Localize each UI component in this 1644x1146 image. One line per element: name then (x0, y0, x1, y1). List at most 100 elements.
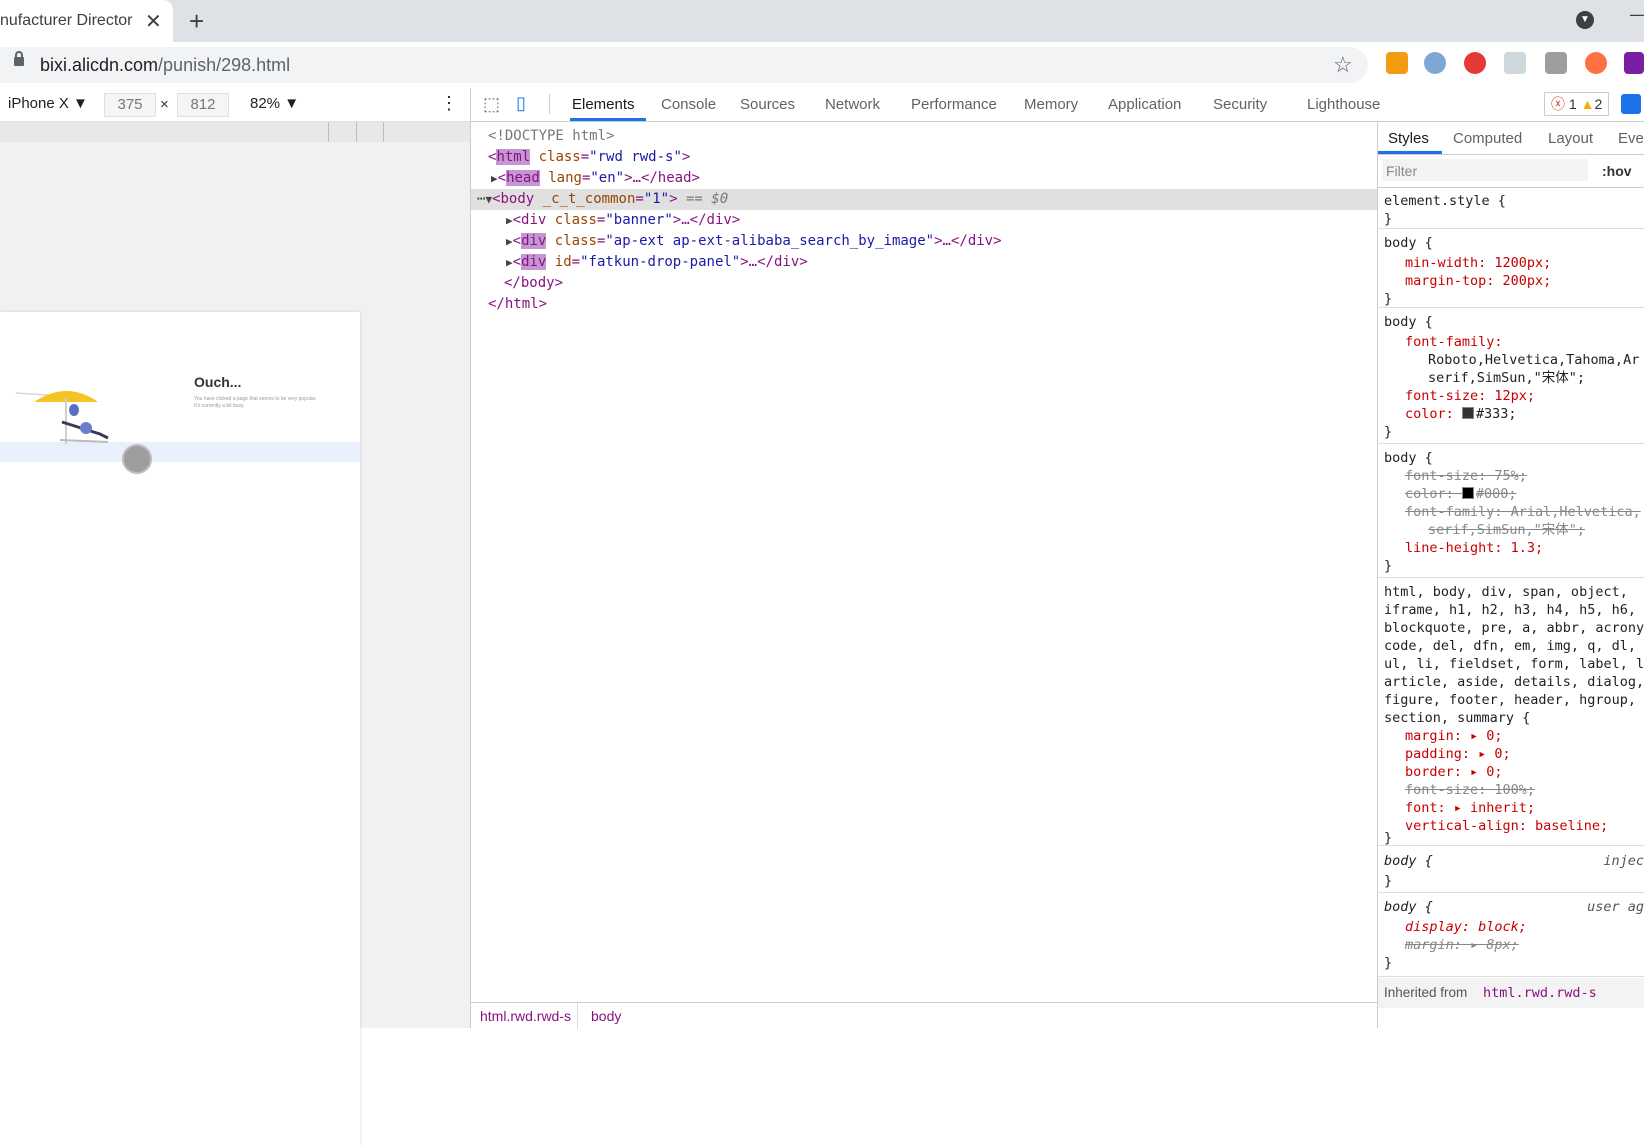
tree-row-html[interactable]: <html class="rwd rwd-s"> (471, 147, 1377, 168)
tree-row-div-banner[interactable]: ▶<div class="banner">…</div> (471, 210, 1377, 231)
tab-security[interactable]: Security (1213, 96, 1267, 113)
tree-row-close-html[interactable]: </html> (471, 294, 1377, 315)
rule-selector: body { (1384, 235, 1433, 251)
rule-element-style[interactable]: element.style { } (1378, 188, 1644, 229)
style-prop[interactable]: margin-top: 200px; (1405, 272, 1551, 290)
style-prop[interactable]: font-size: 12px; (1405, 387, 1535, 405)
extension-icon-3[interactable] (1464, 52, 1486, 74)
style-prop[interactable]: line-height: 1.3; (1405, 539, 1543, 557)
lock-icon[interactable] (14, 51, 24, 66)
device-width-input[interactable]: 375 (104, 93, 156, 117)
device-select[interactable]: iPhone X ▼ (8, 95, 88, 112)
style-prop-color[interactable]: color: #333; (1405, 405, 1517, 423)
mobile-page-preview[interactable]: Ouch... You have clicked a page that see… (0, 312, 360, 1146)
rule-body-1[interactable]: body { min-width: 1200px; margin-top: 20… (1378, 230, 1644, 308)
rule-reset[interactable]: html, body, div, span, object, iframe, h… (1378, 579, 1644, 846)
device-toggle-icon[interactable]: ▯ (516, 93, 526, 114)
inherited-element[interactable]: html.rwd.rwd-s (1483, 984, 1597, 1002)
tab-performance[interactable]: Performance (911, 96, 997, 113)
tab-network[interactable]: Network (825, 96, 880, 113)
error-title: Ouch... (194, 374, 242, 390)
tab-event-listeners[interactable]: Ever (1618, 130, 1644, 147)
html-class-value: "rwd rwd-s" (589, 149, 682, 165)
style-prop-overridden[interactable]: font-family: Arial,Helvetica, (1405, 503, 1641, 521)
tree-row-div-fatkun[interactable]: ▶<div id="fatkun-drop-panel">…</div> (471, 252, 1377, 273)
tab-elements[interactable]: Elements (572, 96, 635, 113)
div-banner-class: "banner" (605, 212, 673, 228)
minimize-icon[interactable]: — (1630, 4, 1644, 25)
style-prop[interactable]: padding: ▸ 0; (1405, 745, 1511, 763)
extension-icon-2[interactable] (1424, 52, 1446, 74)
media-query-ruler[interactable] (0, 122, 470, 143)
tab-console[interactable]: Console (661, 96, 716, 113)
rule-close: } (1384, 955, 1393, 971)
style-prop[interactable]: border: ▸ 0; (1405, 763, 1503, 781)
breadcrumb-body[interactable]: body (591, 1008, 621, 1024)
address-bar[interactable]: bixi.alicdn.com/punish/298.html ☆ (0, 47, 1368, 83)
expand-triangle-icon[interactable]: ▶ (471, 235, 513, 248)
style-prop[interactable]: min-width: 1200px; (1405, 254, 1551, 272)
row-actions-icon[interactable]: ⋯ (471, 191, 485, 207)
tab-search-icon[interactable]: ▼ (1576, 11, 1594, 29)
style-value[interactable]: serif,SimSun,"宋体"; (1428, 369, 1585, 387)
tab-title: nufacturer Director (0, 12, 133, 29)
extension-icon-1[interactable] (1386, 52, 1408, 74)
tab-styles[interactable]: Styles (1388, 130, 1429, 147)
tree-row-head[interactable]: ▶<head lang="en">…</head> (471, 168, 1377, 189)
new-tab-icon[interactable]: + (189, 6, 204, 37)
rule-selector-line: figure, footer, header, hgroup, (1384, 692, 1636, 708)
feedback-icon[interactable] (1621, 94, 1641, 114)
tab-computed[interactable]: Computed (1453, 130, 1522, 147)
extension-icon-4[interactable] (1504, 52, 1526, 74)
tab-lighthouse[interactable]: Lighthouse (1307, 96, 1380, 113)
style-prop[interactable]: display: block; (1405, 918, 1527, 936)
extension-icon-7[interactable] (1624, 52, 1644, 74)
tab-sources[interactable]: Sources (740, 96, 795, 113)
tab-application[interactable]: Application (1108, 96, 1181, 113)
rule-user-agent[interactable]: body { user ag display: block; margin: ▸… (1378, 894, 1644, 977)
tab-memory[interactable]: Memory (1024, 96, 1078, 113)
style-prop[interactable]: margin: ▸ 0; (1405, 727, 1503, 745)
close-icon[interactable]: ✕ (145, 9, 162, 34)
style-prop[interactable]: font: ▸ inherit; (1405, 799, 1535, 817)
tab-layout[interactable]: Layout (1548, 130, 1593, 147)
expand-triangle-icon[interactable]: ▶ (471, 172, 498, 185)
bookmark-star-icon[interactable]: ☆ (1333, 52, 1353, 78)
rule-body-2[interactable]: body { font-family: Roboto,Helvetica,Tah… (1378, 309, 1644, 444)
url-text[interactable]: bixi.alicdn.com/punish/298.html (40, 55, 290, 76)
extension-icon-5[interactable] (1545, 52, 1567, 74)
body-attr-value: "1" (643, 191, 670, 207)
extension-icon-6[interactable] (1585, 52, 1607, 74)
issues-counter[interactable]: ⓧ 1 ▲2 (1544, 92, 1610, 116)
breadcrumb-html[interactable]: html.rwd.rwd-s (480, 1008, 571, 1024)
rule-selector-line: blockquote, pre, a, abbr, acrony (1384, 620, 1644, 636)
color-swatch[interactable] (1461, 487, 1474, 499)
rule-body-3[interactable]: body { font-size: 75%; color: #000; font… (1378, 445, 1644, 578)
expand-triangle-icon[interactable]: ▶ (471, 256, 513, 269)
tree-row-close-body[interactable]: </body> (471, 273, 1377, 294)
tree-row-body-selected[interactable]: ⋯▼<body _c_t_common="1"> == $0 (471, 189, 1377, 210)
device-height-input[interactable]: 812 (177, 93, 229, 117)
style-prop[interactable]: vertical-align: baseline; (1405, 817, 1608, 835)
style-prop-overridden[interactable]: font-size: 100%; (1405, 781, 1535, 799)
filter-input[interactable]: Filter (1386, 163, 1417, 179)
rule-close: } (1384, 424, 1393, 440)
browser-tab[interactable]: nufacturer Director ✕ (0, 0, 173, 42)
style-value[interactable]: Roboto,Helvetica,Tahoma,Ar (1428, 351, 1639, 369)
hov-toggle[interactable]: :hov (1602, 163, 1632, 179)
expand-triangle-icon[interactable]: ▶ (471, 214, 513, 227)
style-prop-overridden[interactable]: margin: ▸ 8px; (1405, 936, 1519, 954)
style-prop-overridden[interactable]: font-size: 75%; (1405, 467, 1527, 485)
tree-row-doctype[interactable]: <!DOCTYPE html> (471, 126, 1377, 147)
style-prop-overridden[interactable]: color: #000; (1405, 485, 1517, 503)
style-prop[interactable]: font-family: (1405, 333, 1503, 351)
style-value-overridden[interactable]: serif,SimSun,"宋体"; (1428, 521, 1585, 539)
inspect-element-icon[interactable]: ⬚ (483, 94, 500, 115)
tree-row-div-ap-ext[interactable]: ▶<div class="ap-ext ap-ext-alibaba_searc… (471, 231, 1377, 252)
rule-injected[interactable]: body { injec } (1378, 848, 1644, 893)
color-swatch[interactable] (1461, 407, 1474, 419)
rule-selector-line: section, summary { (1384, 710, 1531, 726)
html-tag-name: html (496, 149, 531, 165)
zoom-select[interactable]: 82% ▼ (250, 95, 299, 112)
more-options-icon[interactable]: ⋮ (440, 93, 458, 114)
